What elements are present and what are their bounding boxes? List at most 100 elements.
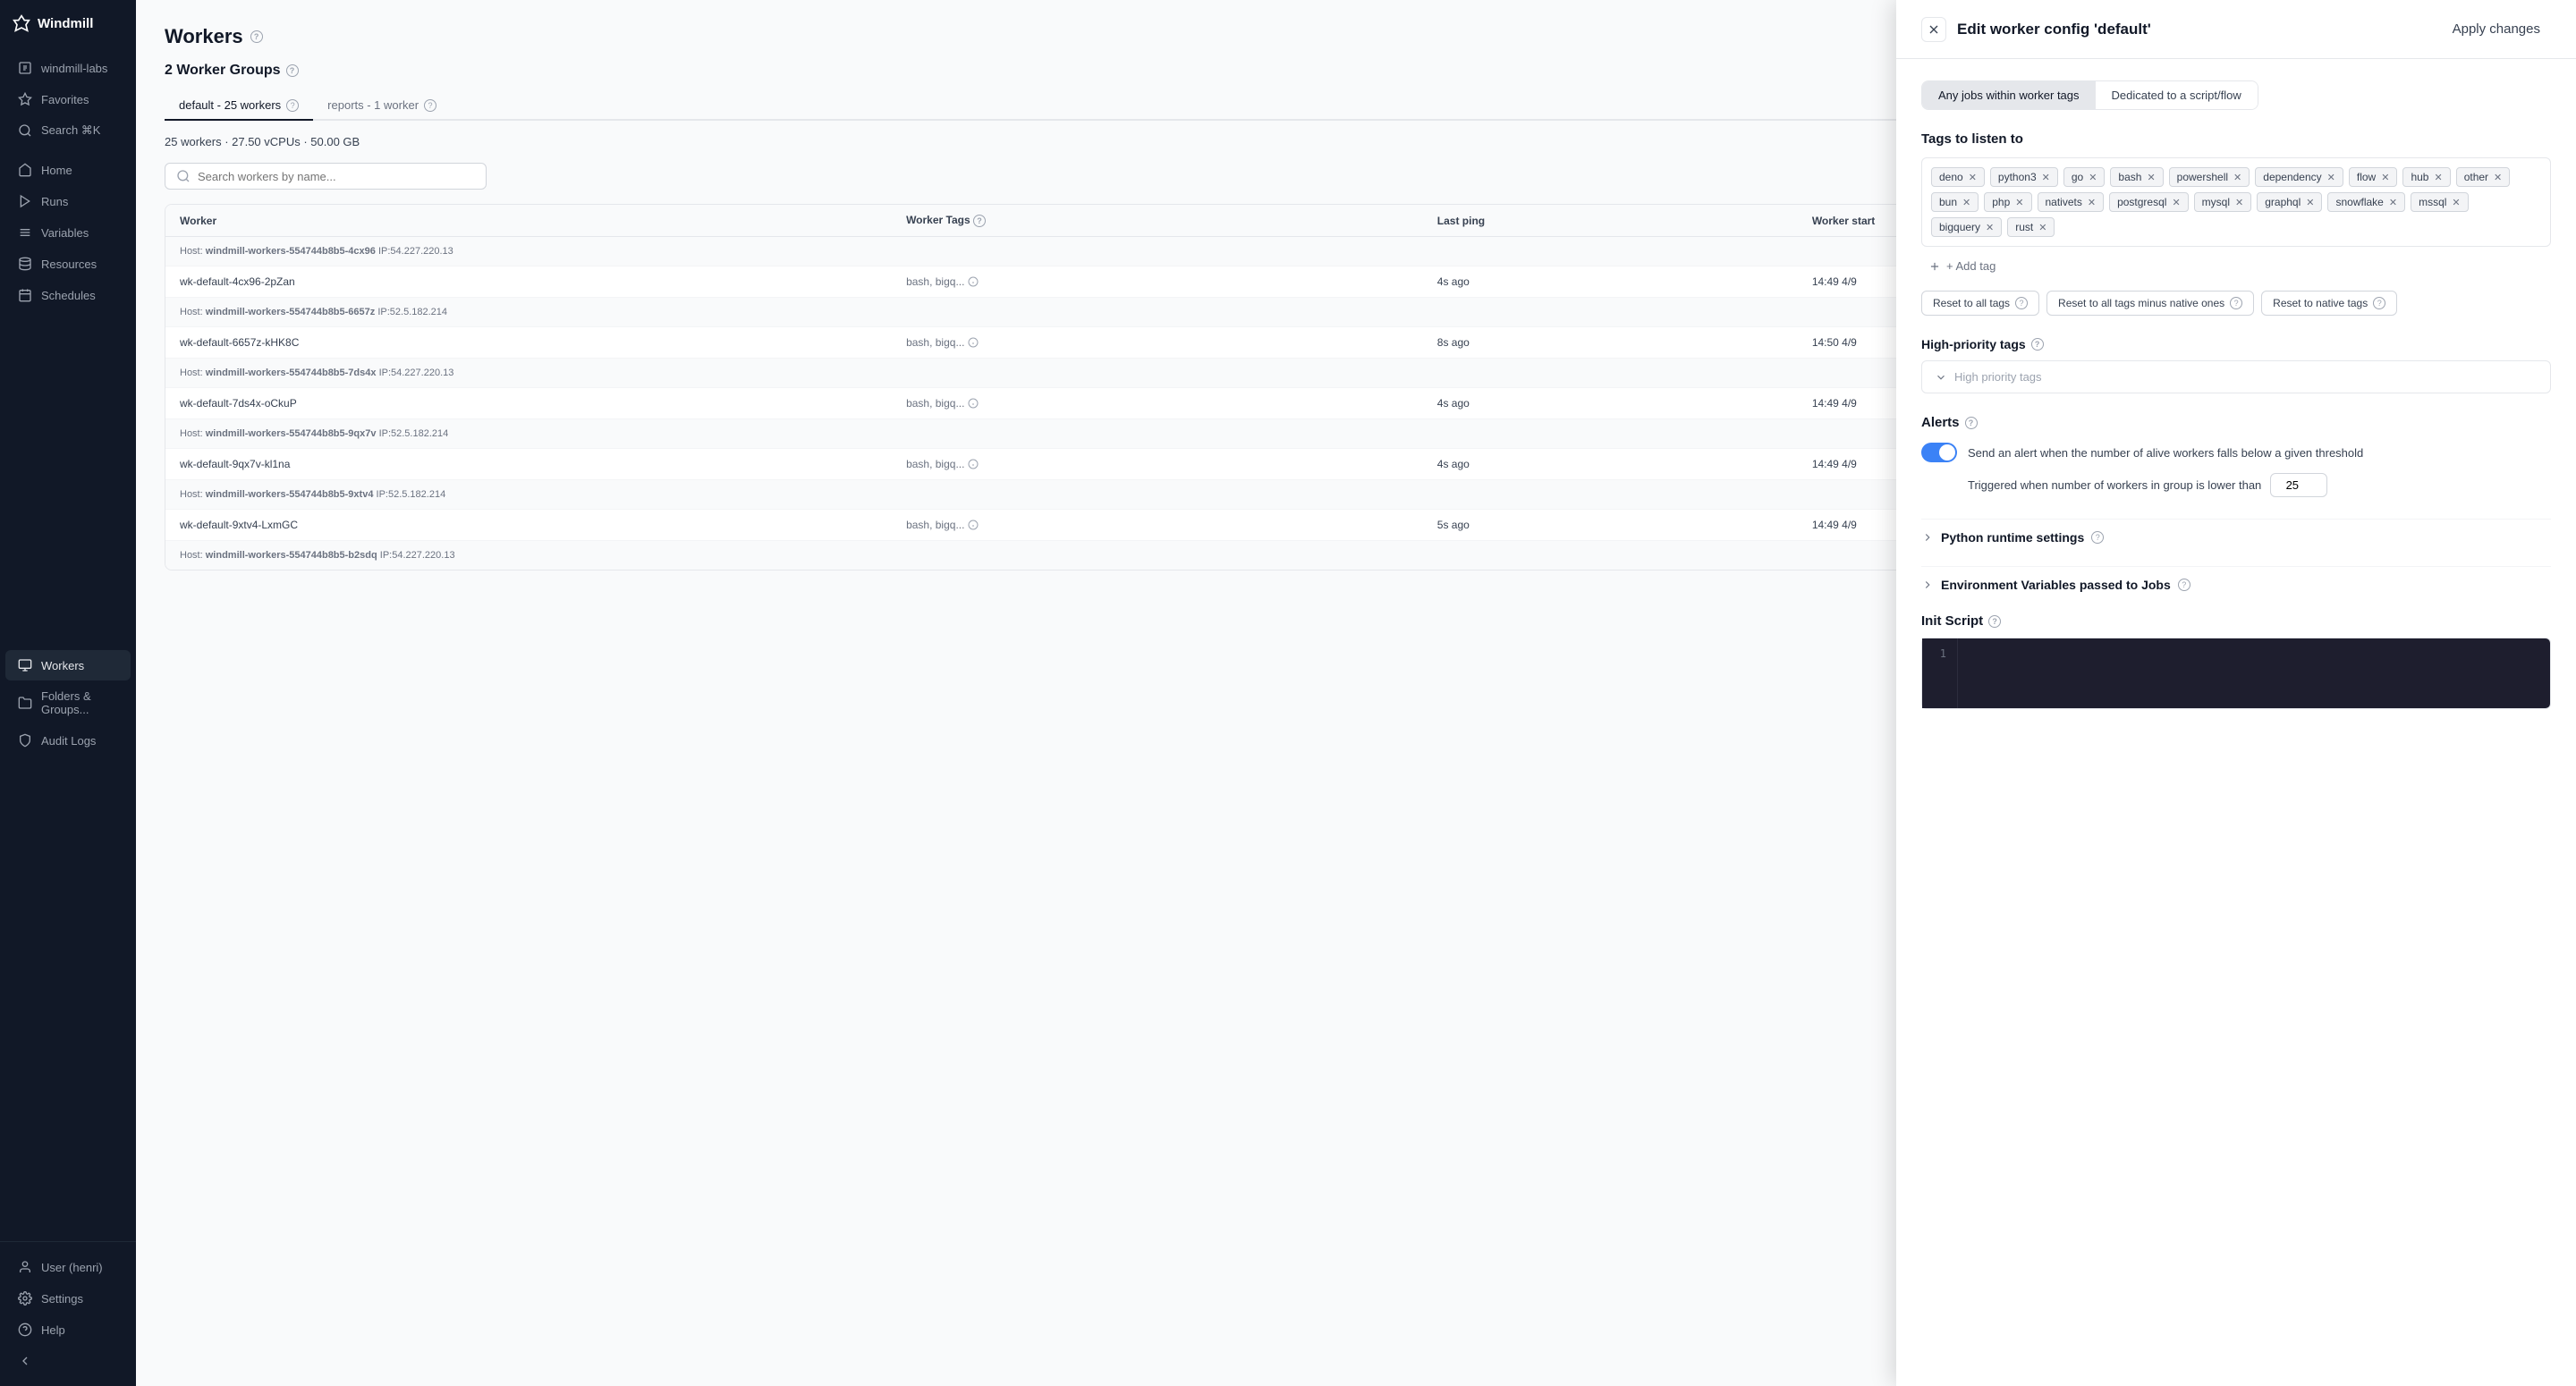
tag-remove-postgresql[interactable]: ✕ bbox=[2172, 197, 2180, 208]
tab-default-info[interactable]: ? bbox=[286, 99, 299, 112]
tag-remove-snowflake[interactable]: ✕ bbox=[2389, 197, 2397, 208]
reset-all-info[interactable]: ? bbox=[2015, 297, 2028, 309]
sidebar-item-workers[interactable]: Workers bbox=[5, 650, 131, 680]
sidebar-item-schedules[interactable]: Schedules bbox=[5, 280, 131, 310]
reset-all-label: Reset to all tags bbox=[1933, 297, 2010, 309]
alert-toggle[interactable] bbox=[1921, 443, 1957, 462]
add-tag-button[interactable]: + Add tag bbox=[1921, 256, 2551, 276]
last-ping: 4s ago bbox=[1423, 449, 1798, 480]
panel-header: Edit worker config 'default' Apply chang… bbox=[1896, 0, 2576, 59]
worker-name: wk-default-6657z-kHK8C bbox=[165, 327, 892, 359]
env-vars-header[interactable]: Environment Variables passed to Jobs ? bbox=[1921, 566, 2551, 603]
tag-snowflake: snowflake ✕ bbox=[2327, 192, 2405, 212]
tag-remove-nativets[interactable]: ✕ bbox=[2088, 197, 2096, 208]
reset-native-button[interactable]: Reset to native tags ? bbox=[2261, 291, 2397, 316]
schedules-label: Schedules bbox=[41, 289, 96, 302]
tab-default[interactable]: default - 25 workers ? bbox=[165, 91, 313, 121]
python-runtime-header[interactable]: Python runtime settings ? bbox=[1921, 519, 2551, 555]
init-script-editor[interactable]: 1 bbox=[1921, 638, 2551, 709]
hp-info-icon[interactable]: ? bbox=[2031, 338, 2044, 351]
workspace-icon bbox=[18, 61, 32, 75]
tag-remove-rust[interactable]: ✕ bbox=[2038, 222, 2046, 233]
sidebar-item-home[interactable]: Home bbox=[5, 155, 131, 185]
high-priority-section: High-priority tags ? High priority tags bbox=[1921, 337, 2551, 393]
search-input[interactable] bbox=[198, 170, 475, 183]
tag-remove-mssql[interactable]: ✕ bbox=[2452, 197, 2460, 208]
reset-minus-native-info[interactable]: ? bbox=[2230, 297, 2242, 309]
tag-remove-mysql[interactable]: ✕ bbox=[2235, 197, 2243, 208]
tag-remove-deno[interactable]: ✕ bbox=[1969, 172, 1977, 183]
worker-tags: bash, bigq... bbox=[906, 397, 1409, 410]
workers-info-icon[interactable]: ? bbox=[250, 30, 263, 43]
tag-label: snowflake bbox=[2335, 196, 2383, 208]
tag-label: go bbox=[2072, 171, 2083, 183]
worker-tags: bash, bigq... bbox=[906, 275, 1409, 288]
tag-powershell: powershell✕ bbox=[2169, 167, 2250, 187]
tags-col-info[interactable]: ? bbox=[973, 215, 986, 227]
panel-close-button[interactable] bbox=[1921, 17, 1946, 42]
tag-remove-hub[interactable]: ✕ bbox=[2434, 172, 2442, 183]
sidebar-item-help[interactable]: Help bbox=[5, 1314, 131, 1345]
host-ip: IP:54.227.220.13 bbox=[378, 246, 453, 257]
tag-remove-graphql[interactable]: ✕ bbox=[2306, 197, 2314, 208]
tag-remove-powershell[interactable]: ✕ bbox=[2233, 172, 2241, 183]
sidebar-item-search[interactable]: Search ⌘K bbox=[5, 115, 131, 146]
sidebar: Windmill windmill-labs Favorites Search … bbox=[0, 0, 136, 1386]
tag-remove-dependency[interactable]: ✕ bbox=[2327, 172, 2335, 183]
worker-tags-cell: bash, bigq... bbox=[892, 449, 1423, 480]
panel-title: Edit worker config 'default' bbox=[1957, 21, 2151, 38]
sidebar-item-folders[interactable]: Folders & Groups... bbox=[5, 681, 131, 724]
tag-remove-python3[interactable]: ✕ bbox=[2042, 172, 2050, 183]
reset-minus-native-button[interactable]: Reset to all tags minus native ones ? bbox=[2046, 291, 2254, 316]
tag-remove-bigquery[interactable]: ✕ bbox=[1986, 222, 1994, 233]
host-name: windmill-workers-554744b8b5-7ds4x bbox=[206, 368, 377, 378]
tab-reports-info[interactable]: ? bbox=[424, 99, 436, 112]
tag-remove-bun[interactable]: ✕ bbox=[1962, 197, 1970, 208]
reset-all-tags-button[interactable]: Reset to all tags ? bbox=[1921, 291, 2039, 316]
runs-icon bbox=[18, 194, 32, 208]
reset-native-info[interactable]: ? bbox=[2373, 297, 2385, 309]
alerts-label: Alerts bbox=[1921, 415, 1960, 430]
tag-remove-bash[interactable]: ✕ bbox=[2147, 172, 2155, 183]
app-name: Windmill bbox=[38, 16, 93, 31]
env-vars-info[interactable]: ? bbox=[2178, 579, 2190, 591]
tag-label: nativets bbox=[2046, 196, 2082, 208]
host-ip: IP:52.5.182.214 bbox=[379, 428, 449, 439]
python-runtime-info[interactable]: ? bbox=[2091, 531, 2104, 544]
sidebar-item-variables[interactable]: Variables bbox=[5, 217, 131, 248]
sidebar-item-runs[interactable]: Runs bbox=[5, 186, 131, 216]
worker-name: wk-default-7ds4x-oCkuP bbox=[165, 388, 892, 419]
worker-tags: bash, bigq... bbox=[906, 336, 1409, 349]
sidebar-item-audit[interactable]: Audit Logs bbox=[5, 725, 131, 756]
worker-tags-cell: bash, bigq... bbox=[892, 388, 1423, 419]
tag-remove-flow[interactable]: ✕ bbox=[2381, 172, 2389, 183]
sidebar-collapse-button[interactable] bbox=[5, 1346, 131, 1376]
tag-mysql: mysql✕ bbox=[2194, 192, 2252, 212]
code-content[interactable] bbox=[1958, 638, 2550, 708]
worker-groups-info-icon[interactable]: ? bbox=[286, 64, 299, 77]
reset-buttons-group: Reset to all tags ? Reset to all tags mi… bbox=[1921, 291, 2551, 316]
host-label: Host: bbox=[180, 368, 203, 378]
mode-tab-dedicated[interactable]: Dedicated to a script/flow bbox=[2096, 81, 2258, 109]
mode-tab-any[interactable]: Any jobs within worker tags bbox=[1922, 81, 2096, 109]
init-script-info[interactable]: ? bbox=[1988, 615, 2001, 628]
threshold-input[interactable] bbox=[2270, 473, 2327, 497]
apply-changes-button[interactable]: Apply changes bbox=[2442, 16, 2551, 42]
last-ping: 4s ago bbox=[1423, 266, 1798, 298]
sidebar-item-settings[interactable]: Settings bbox=[5, 1283, 131, 1314]
high-priority-input[interactable]: High priority tags bbox=[1921, 360, 2551, 393]
tag-remove-other[interactable]: ✕ bbox=[2494, 172, 2502, 183]
app-logo[interactable]: Windmill bbox=[0, 0, 136, 46]
tag-go: go ✕ bbox=[2063, 167, 2106, 187]
host-name: windmill-workers-554744b8b5-9qx7v bbox=[206, 428, 377, 439]
sidebar-item-user[interactable]: User (henri) bbox=[5, 1252, 131, 1282]
tag-remove-php[interactable]: ✕ bbox=[2015, 197, 2023, 208]
runs-label: Runs bbox=[41, 195, 68, 208]
alerts-info-icon[interactable]: ? bbox=[1965, 417, 1978, 429]
sidebar-item-workspace[interactable]: windmill-labs bbox=[5, 53, 131, 83]
tag-remove-go[interactable]: ✕ bbox=[2089, 172, 2097, 183]
sidebar-item-resources[interactable]: Resources bbox=[5, 249, 131, 279]
tag-deno: deno✕ bbox=[1931, 167, 1985, 187]
tab-reports[interactable]: reports - 1 worker ? bbox=[313, 91, 451, 121]
sidebar-item-favorites[interactable]: Favorites bbox=[5, 84, 131, 114]
